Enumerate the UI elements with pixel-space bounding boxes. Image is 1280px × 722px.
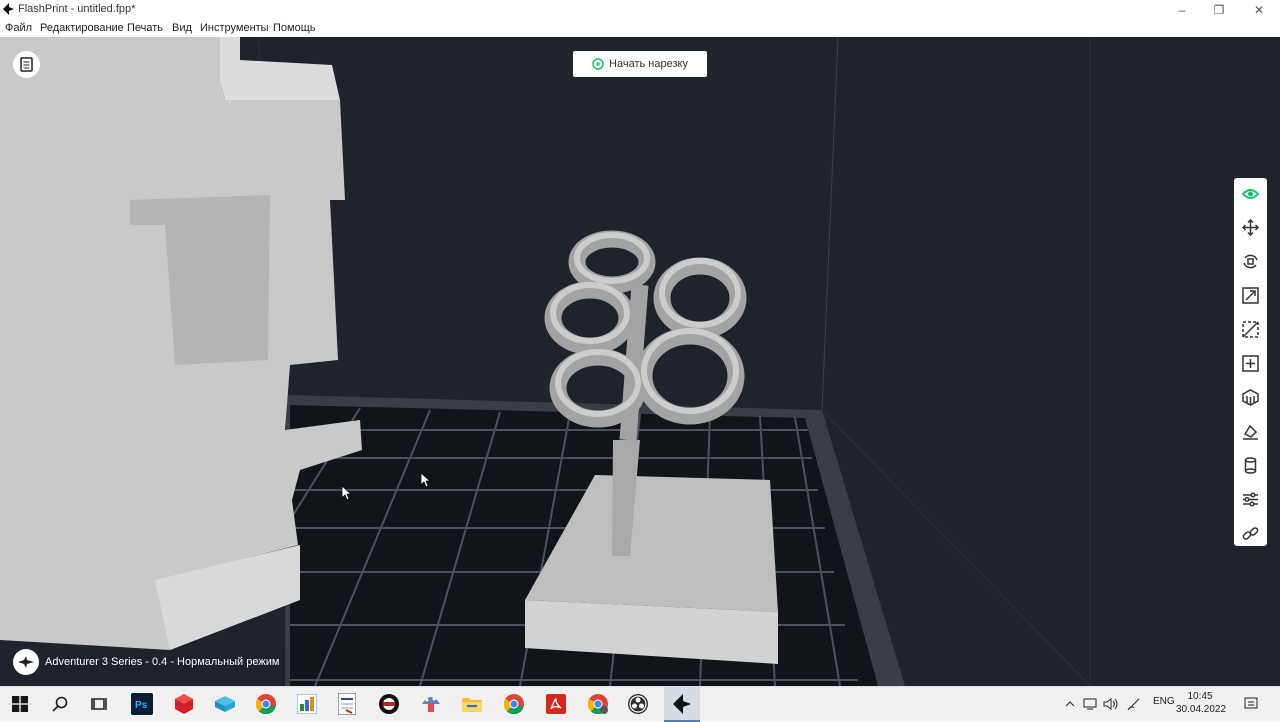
right-toolbar [1234, 178, 1267, 546]
mouse-cursor-icon [342, 486, 352, 501]
red-box-app-icon[interactable] [172, 692, 196, 716]
printer-status-text: Adventurer 3 Series - 0.4 - Нормальный р… [45, 656, 280, 668]
pdf-icon[interactable] [544, 692, 568, 716]
document-app-icon[interactable] [335, 692, 359, 716]
cut-icon[interactable] [1240, 319, 1261, 340]
language-indicator[interactable]: ENG [1153, 696, 1175, 707]
menu-file[interactable]: Файл [5, 22, 32, 34]
network-icon[interactable] [1082, 692, 1100, 716]
pen-icon[interactable] [1125, 692, 1143, 716]
app-icon[interactable] [377, 692, 401, 716]
close-button[interactable]: ✕ [1239, 0, 1279, 20]
cube-app-icon[interactable] [213, 692, 237, 716]
chrome-alt-icon[interactable] [502, 692, 526, 716]
mushroom-app-icon[interactable] [419, 692, 443, 716]
link-icon[interactable] [1240, 523, 1261, 544]
tray-chevron-up-icon[interactable] [1062, 692, 1078, 716]
window-title: FlashPrint - untitled.fpp* [18, 3, 136, 15]
extruder-icon[interactable] [1240, 455, 1261, 476]
photoshop-icon[interactable]: Ps [130, 692, 154, 716]
file-explorer-icon[interactable] [460, 692, 484, 716]
move-icon[interactable] [1240, 217, 1261, 238]
windows-start-icon[interactable] [8, 692, 32, 716]
menu-help[interactable]: Помощь [273, 22, 316, 34]
scale-icon[interactable] [1240, 285, 1261, 306]
chrome-icon[interactable] [254, 692, 278, 716]
add-support-icon[interactable] [1240, 353, 1261, 374]
build-scene [0, 37, 1091, 686]
title-bar: FlashPrint - untitled.fpp* – ❐ ✕ [0, 0, 1280, 20]
close-icon: ✕ [1253, 3, 1265, 17]
menu-edit[interactable]: Редактирование [40, 22, 124, 34]
restore-icon: ❐ [1213, 3, 1225, 17]
minimize-button[interactable]: – [1162, 0, 1202, 20]
lay-flat-icon[interactable] [1240, 421, 1261, 442]
volume-icon[interactable] [1102, 692, 1120, 716]
flashprint-logo-icon [3, 3, 14, 15]
play-circle-icon [592, 58, 604, 70]
menu-tools[interactable]: Инструменты [200, 22, 269, 34]
menu-view[interactable]: Вид [172, 22, 192, 34]
file-list-button[interactable] [13, 51, 40, 78]
clock-time: 10:45 [1187, 691, 1213, 702]
document-icon [20, 57, 33, 72]
eye-icon[interactable] [1240, 183, 1261, 204]
clock[interactable]: 10:45 30.04.2022 [1176, 690, 1227, 716]
flashprint-icon[interactable] [664, 687, 700, 722]
restore-button[interactable]: ❐ [1199, 0, 1239, 20]
windows-taskbar: Ps ENG 10:45 30.04.2022 [0, 686, 1280, 722]
chrome-alt2-icon[interactable] [586, 692, 610, 716]
minimize-icon: – [1178, 3, 1186, 17]
settings-sliders-icon[interactable] [1240, 489, 1261, 510]
search-icon[interactable] [48, 692, 72, 716]
image-app-icon[interactable] [295, 692, 319, 716]
svg-text:Ps: Ps [135, 700, 148, 711]
start-slicing-label: Начать нарезку [609, 58, 688, 70]
start-slicing-button[interactable]: Начать нарезку [573, 51, 707, 77]
printer-icon[interactable] [13, 649, 39, 675]
3d-viewport[interactable]: Начать нарезку Adventurer 3 Series - 0.4… [0, 37, 1280, 686]
menu-print[interactable]: Печать [127, 22, 163, 34]
rotate-icon[interactable] [1240, 251, 1261, 272]
obs-icon[interactable] [626, 692, 650, 716]
notifications-icon[interactable] [1241, 692, 1261, 716]
menu-bar: Файл Редактирование Печать Вид Инструмен… [0, 20, 1280, 38]
mouse-cursor-icon [421, 473, 431, 488]
printer-status: Adventurer 3 Series - 0.4 - Нормальный р… [13, 649, 279, 675]
task-view-icon[interactable] [87, 692, 111, 716]
clock-date: 30.04.2022 [1176, 704, 1227, 715]
supports-icon[interactable] [1240, 387, 1261, 408]
